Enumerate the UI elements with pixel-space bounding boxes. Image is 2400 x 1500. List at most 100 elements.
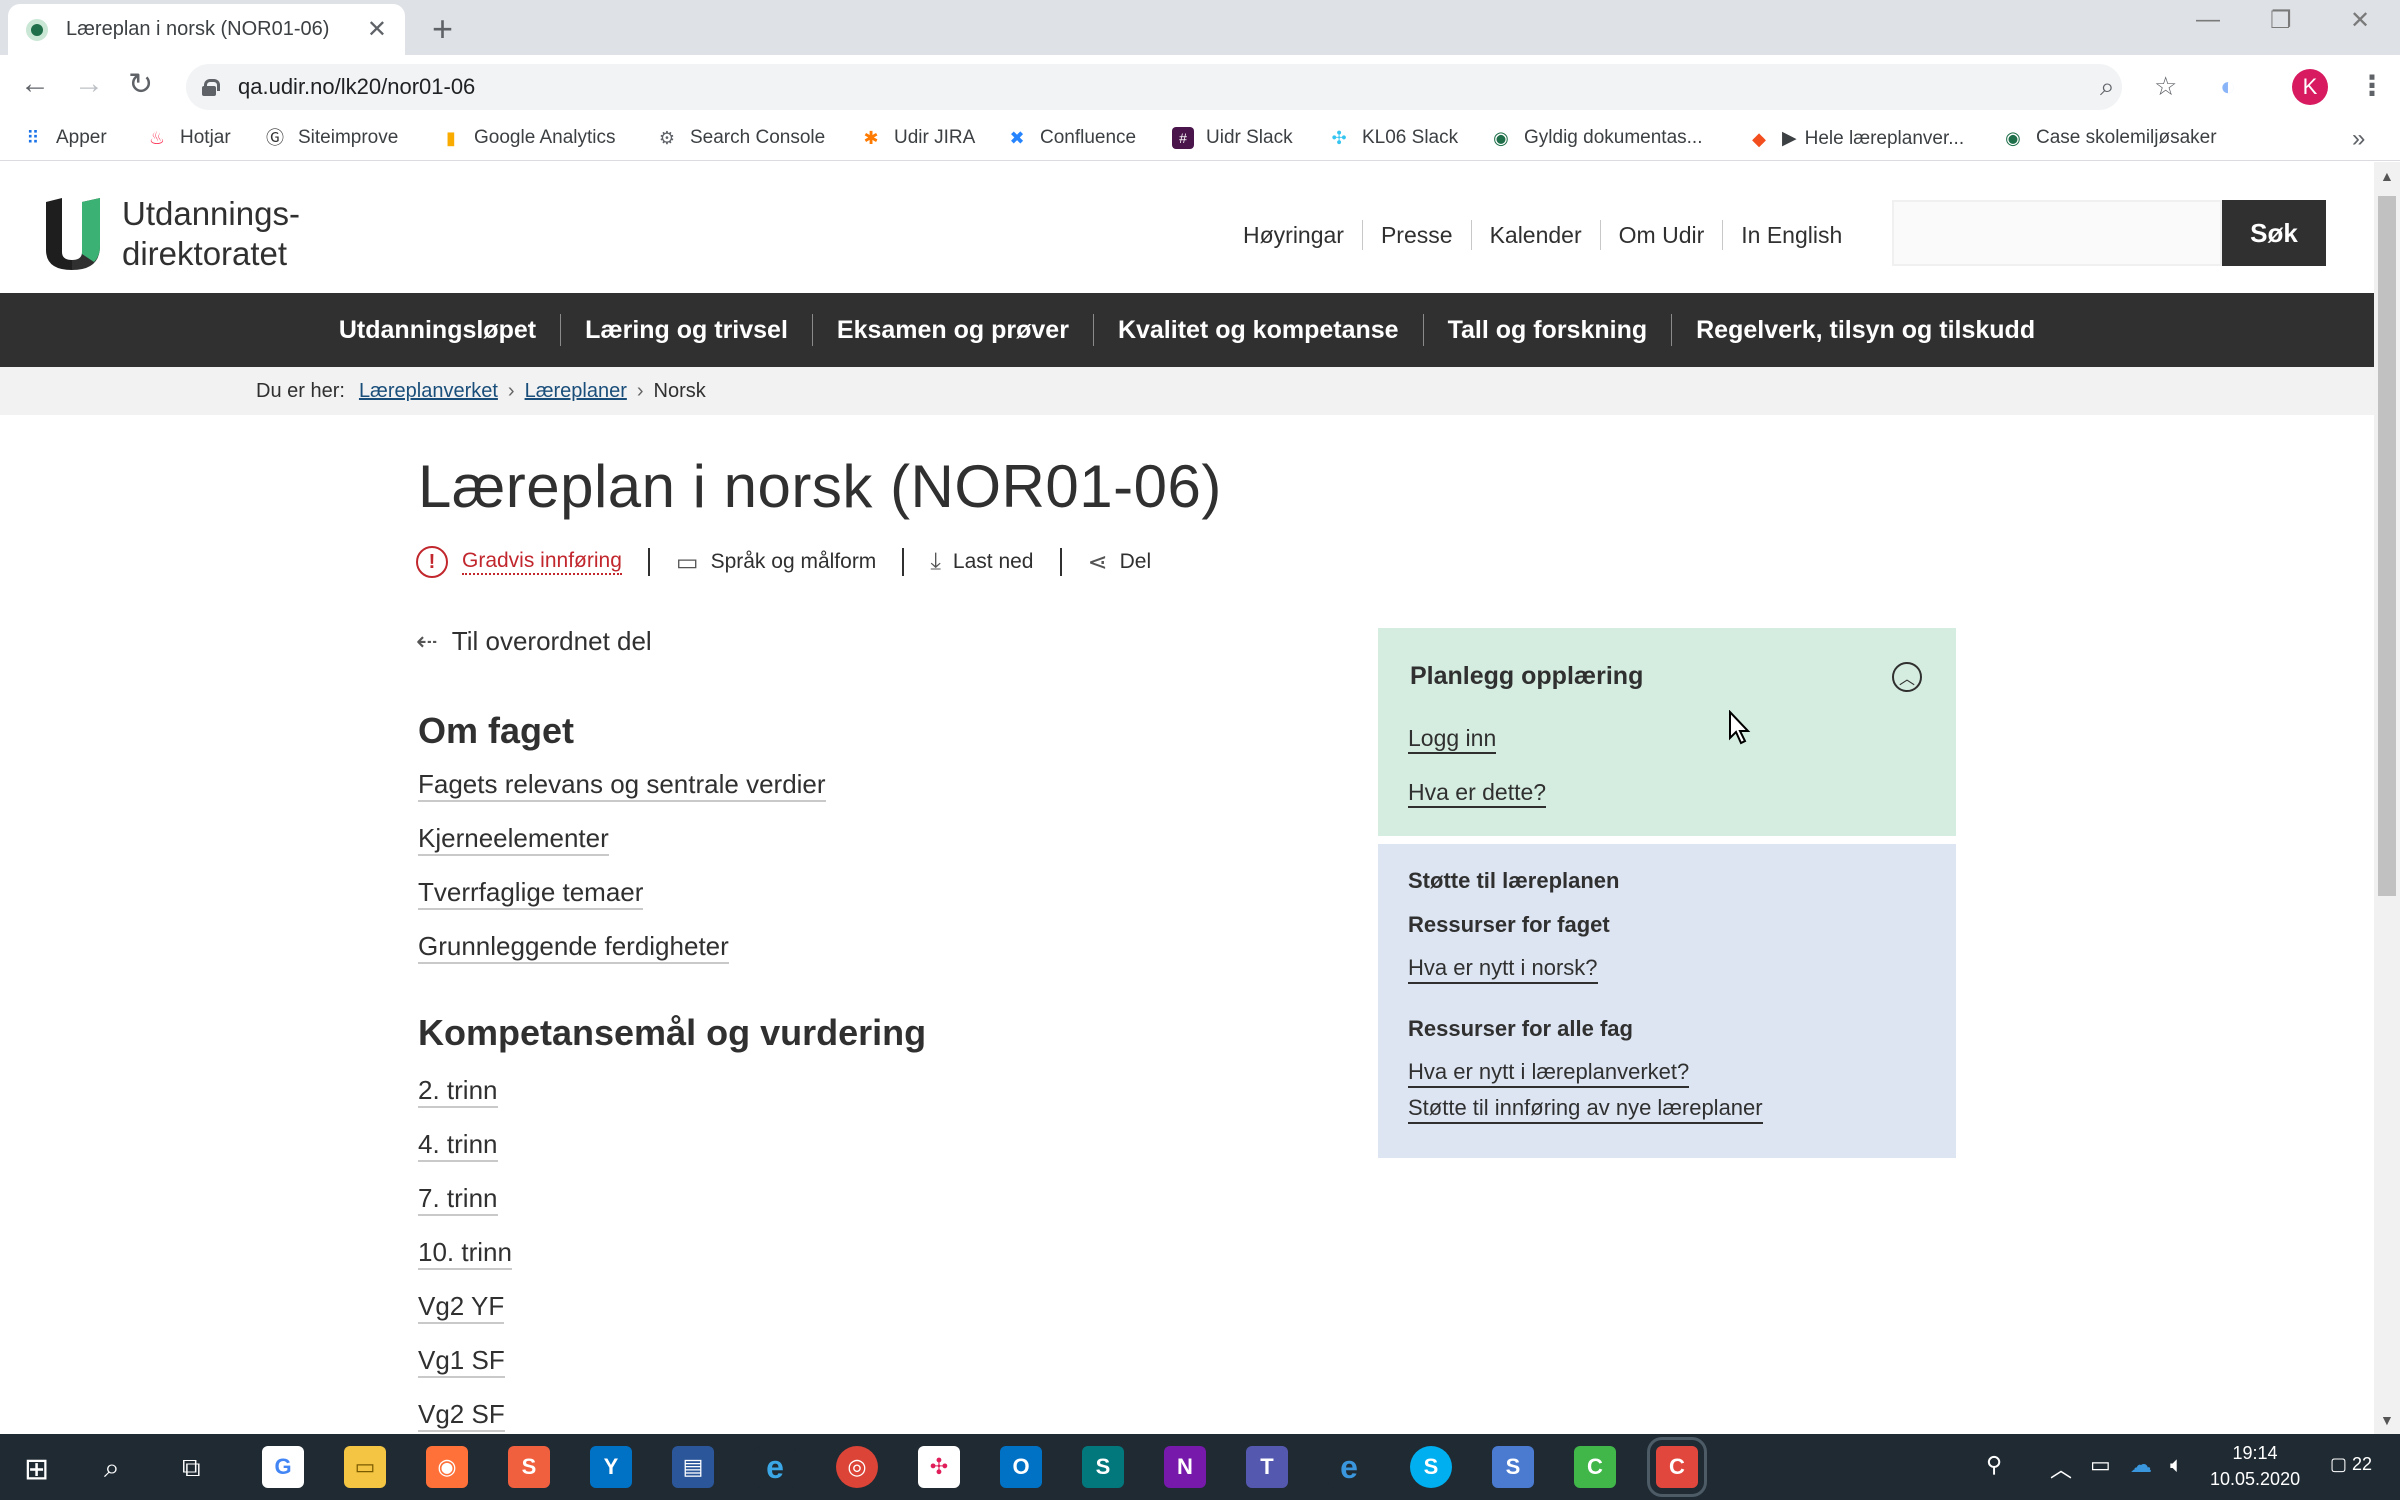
file-explorer-icon[interactable]: ▭ <box>344 1446 386 1488</box>
search-button[interactable]: Søk <box>2222 200 2326 266</box>
yammer-icon[interactable]: Y <box>590 1446 632 1488</box>
internet-explorer-icon[interactable]: e <box>754 1446 796 1488</box>
skype-icon[interactable]: S <box>1410 1446 1452 1488</box>
gradvis-innforing-button[interactable]: ! Gradvis innføring <box>416 546 622 578</box>
stotte-til-laereplanen-panel: Støtte til læreplanen Ressurser for fage… <box>1378 844 1956 1158</box>
bookmark-search-console[interactable]: ⚙ Search Console <box>656 127 825 149</box>
page-scrollbar[interactable]: ▲ ▼ <box>2374 162 2400 1434</box>
breadcrumb-laereplanverket[interactable]: Læreplanverket <box>359 380 498 403</box>
bookmark-google-analytics[interactable]: ▮ Google Analytics <box>440 127 615 149</box>
system-clock[interactable]: 19:14 10.05.2020 <box>2210 1440 2300 1492</box>
bookmark-case-skolemiljo[interactable]: ◉ Case skolemiljøsaker <box>2002 127 2216 149</box>
more-bookmarks-icon[interactable]: » <box>2352 125 2365 153</box>
edge-icon[interactable]: e <box>1328 1446 1370 1488</box>
chevron-up-icon[interactable]: ︿ <box>2050 1452 2072 1484</box>
sprak-og-malform-button[interactable]: ▭ Språk og målform <box>676 548 876 577</box>
reload-button[interactable]: ↻ <box>128 67 153 102</box>
search-icon[interactable]: ⌕ <box>104 1452 120 1485</box>
toc-link[interactable]: Vg2 SF <box>418 1398 505 1432</box>
bookmark-kl06-slack[interactable]: ✣ KL06 Slack <box>1328 127 1458 149</box>
scroll-up-icon[interactable]: ▲ <box>2380 168 2394 184</box>
nav-eksamen-og-prover[interactable]: Eksamen og prøver <box>813 316 1093 345</box>
browser-tab[interactable]: Læreplan i norsk (NOR01-06) ✕ <box>8 4 405 55</box>
toc-link[interactable]: Vg2 YF <box>418 1290 505 1324</box>
camtasia-green-icon[interactable]: C <box>1574 1446 1616 1488</box>
onedrive-cloud-icon[interactable]: ☁ <box>2130 1452 2152 1478</box>
logg-inn-link[interactable]: Logg inn <box>1408 724 1497 754</box>
outlook-icon[interactable]: O <box>1000 1446 1042 1488</box>
breadcrumb-laereplaner[interactable]: Læreplaner <box>525 380 627 403</box>
bookmark-apper[interactable]: ⠿ Apper <box>22 127 106 149</box>
util-link-hoyringar[interactable]: Høyringar <box>1243 222 1344 249</box>
address-bar[interactable]: qa.udir.no/lk20/nor01-06 <box>186 64 2122 110</box>
hva-er-nytt-i-laereplanverket-link[interactable]: Hva er nytt i læreplanverket? <box>1408 1058 1690 1088</box>
windows-start-icon[interactable]: ⊞ <box>24 1452 49 1487</box>
toc-link[interactable]: 10. trinn <box>418 1236 512 1270</box>
chrome-icon[interactable]: ◎ <box>836 1446 878 1488</box>
toc-link[interactable]: 2. trinn <box>418 1074 498 1108</box>
back-button[interactable]: ← <box>20 67 50 101</box>
util-link-in-english[interactable]: In English <box>1741 222 1842 249</box>
toc-link[interactable]: Tverrfaglige temaer <box>418 876 644 910</box>
hva-er-dette-link[interactable]: Hva er dette? <box>1408 778 1547 808</box>
toc-link[interactable]: Kjerneelementer <box>418 822 609 856</box>
nav-laering-og-trivsel[interactable]: Læring og trivsel <box>561 316 812 345</box>
zoom-icon[interactable]: ⌕ <box>2100 71 2115 103</box>
udir-logo[interactable]: Utdannings- direktoratet <box>42 194 300 274</box>
toc-link[interactable]: Vg1 SF <box>418 1344 505 1378</box>
teams-icon[interactable]: T <box>1246 1446 1288 1488</box>
bookmark-uidr-slack[interactable]: # Uidr Slack <box>1172 127 1293 149</box>
bookmark-hele-laereplanverket[interactable]: ◆ ▶ Hele læreplanver... <box>1748 127 1964 150</box>
nav-utdanningslopet[interactable]: Utdanningsløpet <box>315 316 560 345</box>
profile-avatar[interactable]: K <box>2292 69 2328 105</box>
sharepoint-icon[interactable]: S <box>1082 1446 1124 1488</box>
toc-link[interactable]: 4. trinn <box>418 1128 498 1162</box>
battery-icon[interactable]: ▭ <box>2090 1452 2111 1478</box>
minimize-window-button[interactable]: — <box>2196 6 2220 34</box>
util-link-presse[interactable]: Presse <box>1381 222 1453 249</box>
bookmark-siteimprove[interactable]: Ⓖ Siteimprove <box>264 127 398 149</box>
toc-link[interactable]: Grunnleggende ferdigheter <box>418 930 729 964</box>
forward-button[interactable]: → <box>74 67 104 101</box>
scrollbar-thumb[interactable] <box>2378 196 2396 896</box>
browser-menu-icon[interactable]: ⋮ <box>2358 69 2386 102</box>
bookmark-udir-jira[interactable]: ✱ Udir JIRA <box>860 127 975 149</box>
bookmark-gyldig[interactable]: ◉ Gyldig dokumentas... <box>1490 127 1702 149</box>
snagit-icon[interactable]: S <box>1492 1446 1534 1488</box>
volume-icon[interactable]: 🔈︎ <box>2170 1452 2183 1478</box>
nav-tall-og-forskning[interactable]: Tall og forskning <box>1424 316 1672 345</box>
bookmark-hotjar[interactable]: ♨ Hotjar <box>146 127 231 149</box>
camtasia-recorder-icon[interactable]: C <box>1647 1437 1707 1497</box>
scroll-down-icon[interactable]: ▼ <box>2380 1412 2394 1428</box>
sublime-icon[interactable]: S <box>508 1446 550 1488</box>
notification-center-icon[interactable]: ▢ 22 <box>2330 1454 2372 1475</box>
slack-app-icon[interactable]: ✣ <box>918 1446 960 1488</box>
close-tab-icon[interactable]: ✕ <box>367 15 387 44</box>
firefox-icon[interactable]: ◉ <box>426 1446 468 1488</box>
people-icon[interactable]: ⚲ <box>1986 1452 2002 1478</box>
stotte-til-innforing-link[interactable]: Støtte til innføring av nye læreplaner <box>1408 1094 1763 1124</box>
hva-er-nytt-i-norsk-link[interactable]: Hva er nytt i norsk? <box>1408 954 1598 984</box>
nav-regelverk[interactable]: Regelverk, tilsyn og tilskudd <box>1672 316 2059 345</box>
collapse-chevron-up-icon[interactable]: ︿ <box>1892 662 1922 692</box>
back-to-overordnet-link[interactable]: ⇠ Til overordnet del <box>416 626 652 657</box>
nav-kvalitet-og-kompetanse[interactable]: Kvalitet og kompetanse <box>1094 316 1423 345</box>
extension-icon[interactable]: ◐ <box>2220 71 2236 102</box>
task-view-icon[interactable]: ⧉ <box>182 1452 201 1484</box>
util-link-om-udir[interactable]: Om Udir <box>1619 222 1705 249</box>
restore-window-button[interactable]: ❐ <box>2270 6 2292 35</box>
last-ned-button[interactable]: ⤓ Last ned <box>930 548 1033 576</box>
new-tab-button[interactable]: + <box>432 8 453 50</box>
toc-link[interactable]: 7. trinn <box>418 1182 498 1216</box>
site-search-input[interactable] <box>1892 200 2222 266</box>
bookmark-star-icon[interactable]: ☆ <box>2154 71 2177 102</box>
toc-link[interactable]: Fagets relevans og sentrale verdier <box>418 768 826 802</box>
google-app-icon[interactable]: G <box>262 1446 304 1488</box>
onenote-icon[interactable]: N <box>1164 1446 1206 1488</box>
close-window-button[interactable]: ✕ <box>2350 6 2370 35</box>
bookmark-confluence[interactable]: ✖ Confluence <box>1006 127 1136 149</box>
del-button[interactable]: ⋖ Del <box>1088 548 1152 577</box>
remote-desktop-icon[interactable]: ▤ <box>672 1446 714 1488</box>
breadcrumb-separator-icon: › <box>507 379 515 402</box>
util-link-kalender[interactable]: Kalender <box>1490 222 1582 249</box>
